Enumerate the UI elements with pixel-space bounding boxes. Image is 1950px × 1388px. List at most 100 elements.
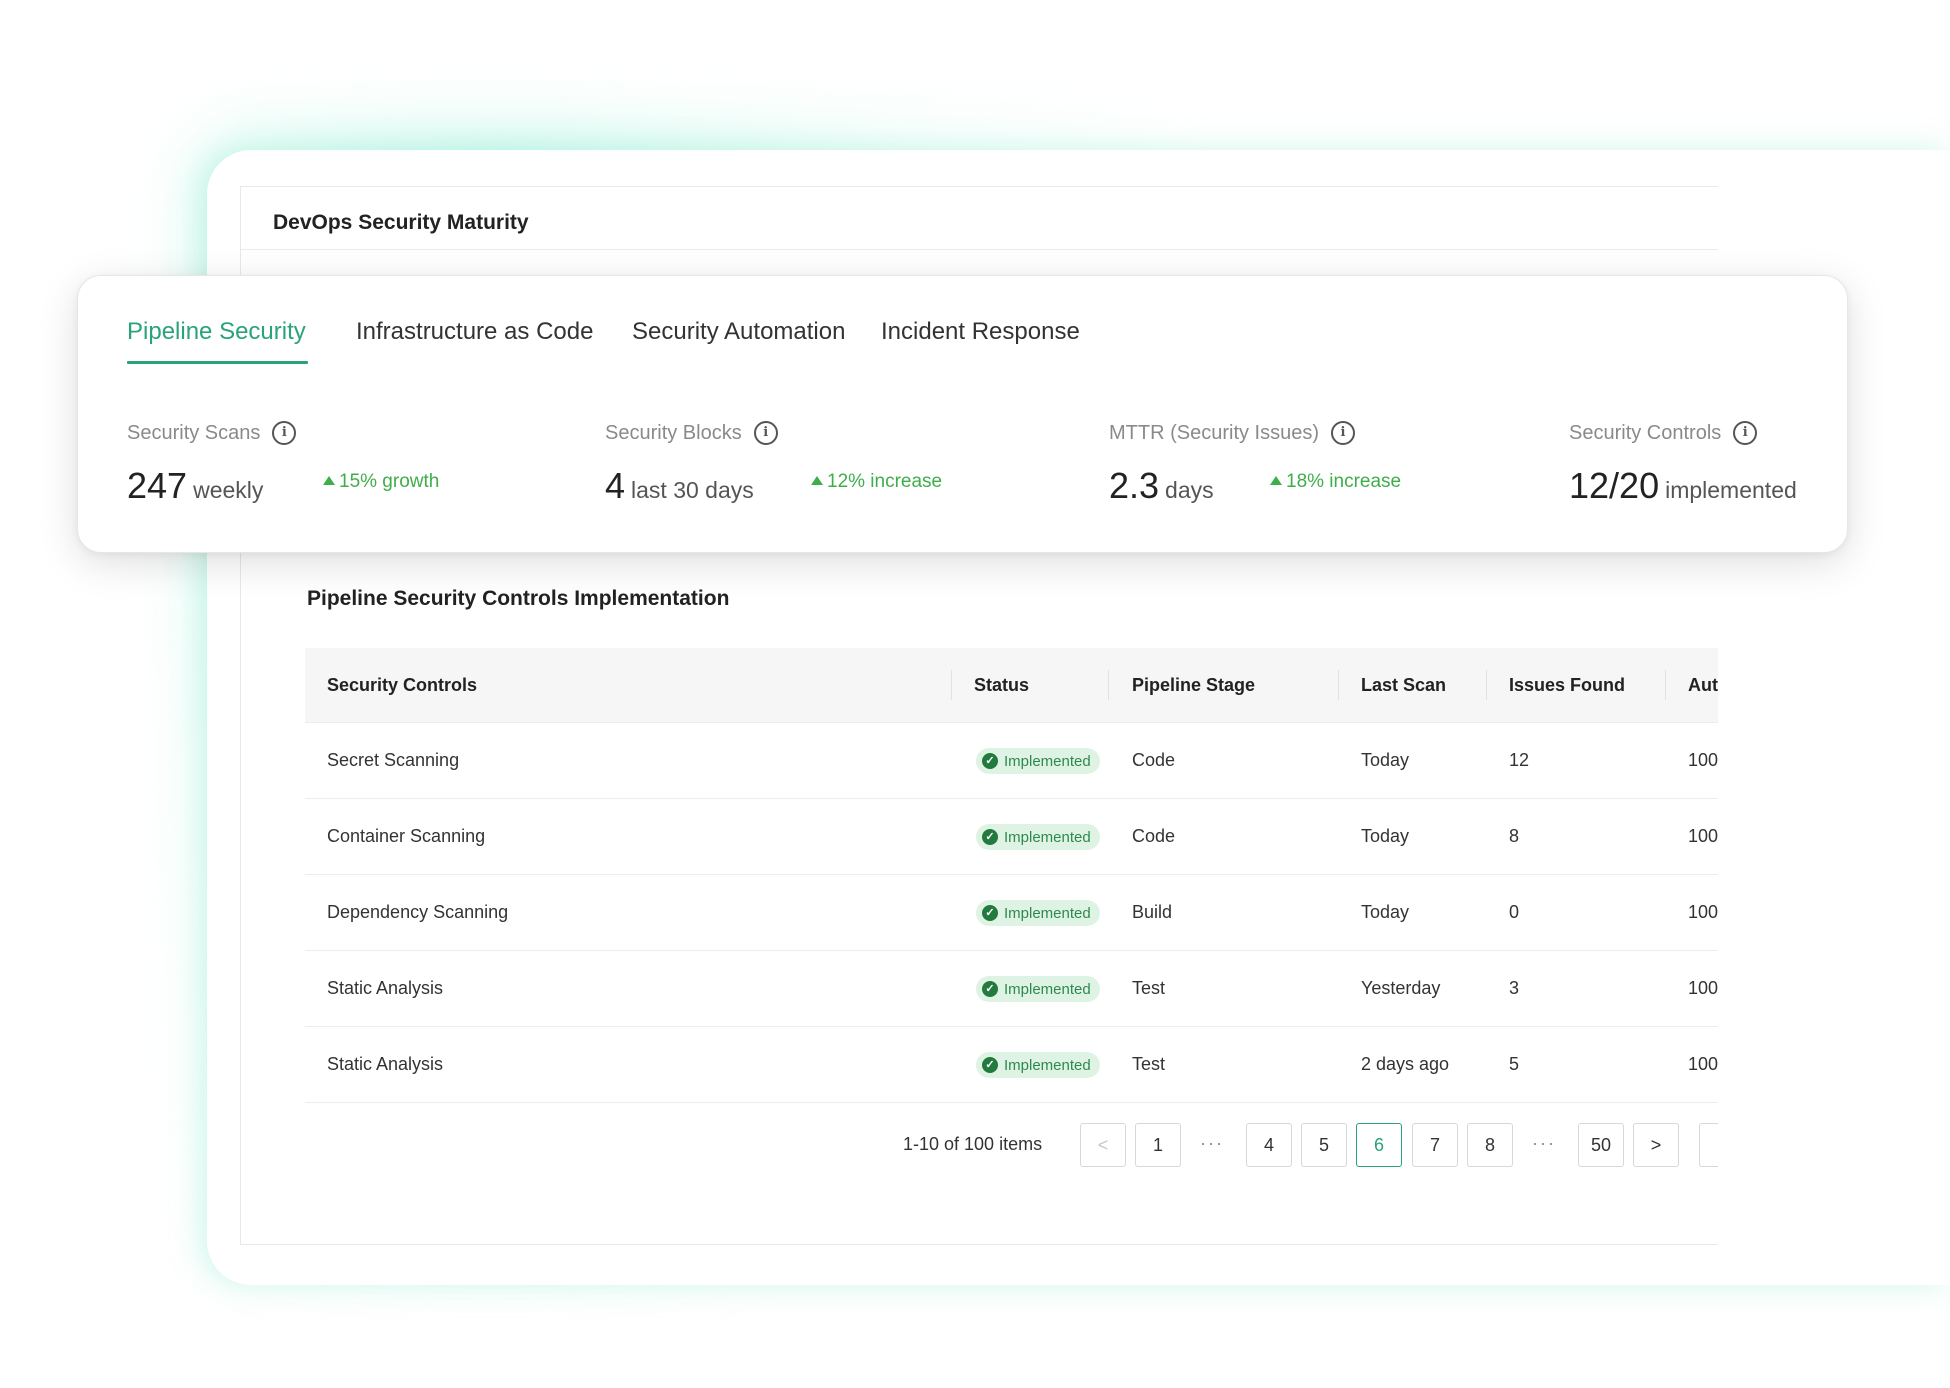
info-icon[interactable]: i — [1331, 421, 1356, 445]
page-button-7[interactable]: 7 — [1412, 1123, 1458, 1167]
metric-value: 4 — [605, 465, 626, 506]
cell-issues: 0 — [1509, 902, 1520, 922]
column-divider — [1338, 670, 1339, 700]
check-circle-icon: ✓ — [982, 829, 998, 845]
delta-text: 18% increase — [1286, 471, 1402, 492]
metric-value: 247 — [127, 465, 188, 506]
metric-label: MTTR (Security Issues) — [1109, 421, 1320, 444]
metric-unit: days — [1165, 477, 1214, 503]
metric-delta: 15% growth — [323, 471, 439, 493]
arrow-up-icon — [811, 476, 823, 485]
cell-stage: Test — [1132, 978, 1166, 998]
check-circle-icon: ✓ — [982, 1057, 998, 1073]
title-divider — [241, 249, 1718, 250]
column-divider — [1665, 670, 1666, 700]
cell-stage: Code — [1132, 826, 1176, 846]
arrow-up-icon — [1270, 476, 1282, 485]
cell-stage: Test — [1132, 1054, 1166, 1074]
cell-stage: Code — [1132, 750, 1176, 770]
metric-value: 12/20 — [1569, 465, 1660, 506]
cell-control: Static Analysis — [327, 1054, 444, 1074]
column-header-security-controls[interactable]: Security Controls — [327, 648, 477, 722]
metric-mttr: MTTR (Security Issues) i 2.3 days 18% incr… — [1109, 421, 1401, 506]
cell-control: Secret Scanning — [327, 750, 460, 770]
cell-aut: 100 — [1688, 902, 1718, 922]
cell-control: Static Analysis — [327, 978, 444, 998]
status-badge: ✓ Implemented — [976, 1052, 1100, 1078]
cell-last-scan: Today — [1361, 826, 1410, 846]
cell-aut: 100 — [1688, 826, 1718, 846]
cell-stage: Build — [1132, 902, 1173, 922]
info-icon[interactable]: i — [272, 421, 297, 445]
column-header-pipeline-stage[interactable]: Pipeline Stage — [1132, 648, 1255, 722]
pagination: 1-10 of 100 items < 1 ··· 4 5 6 7 8 ··· … — [241, 1123, 1718, 1167]
cell-last-scan: 2 days ago — [1361, 1054, 1450, 1074]
metric-security-blocks: Security Blocks i 4 last 30 days 12% incre… — [605, 421, 942, 506]
table-header: Security Controls Status Pipeline Stage … — [305, 648, 1718, 723]
cell-aut: 100 — [1688, 750, 1718, 770]
page-button-4[interactable]: 4 — [1246, 1123, 1292, 1167]
status-text: Implemented — [1004, 1056, 1091, 1074]
page-size-select[interactable] — [1699, 1123, 1718, 1167]
column-header-issues-found[interactable]: Issues Found — [1509, 648, 1625, 722]
table-row[interactable]: Secret Scanning ✓ Implemented Code Today … — [305, 723, 1718, 799]
cell-last-scan: Today — [1361, 902, 1410, 922]
table-row[interactable]: Static Analysis ✓ Implemented Test 2 days… — [305, 1027, 1718, 1103]
metric-unit: last 30 days — [631, 477, 754, 503]
table-row[interactable]: Container Scanning ✓ Implemented Code Tod… — [305, 799, 1718, 875]
metric-label: Security Scans — [127, 421, 261, 444]
cell-aut: 100 — [1688, 978, 1718, 998]
page-button-50[interactable]: 50 — [1578, 1123, 1624, 1167]
controls-table: Security Controls Status Pipeline Stage … — [305, 648, 1718, 1103]
cell-control: Container Scanning — [327, 826, 486, 846]
cell-control: Dependency Scanning — [327, 902, 509, 922]
metric-delta: 18% increase — [1270, 471, 1401, 493]
arrow-up-icon — [323, 476, 335, 485]
status-badge: ✓ Implemented — [976, 824, 1100, 850]
column-header-last-scan[interactable]: Last Scan — [1361, 648, 1446, 722]
status-badge: ✓ Implemented — [976, 976, 1100, 1002]
page-button-5[interactable]: 5 — [1301, 1123, 1347, 1167]
column-divider — [1486, 670, 1487, 700]
tab-incident-response[interactable]: Incident Response — [881, 318, 1080, 346]
metric-delta: 12% increase — [811, 471, 942, 493]
section-title: Pipeline Security Controls Implementatio… — [307, 587, 730, 610]
check-circle-icon: ✓ — [982, 905, 998, 921]
tab-pipeline-security[interactable]: Pipeline Security — [127, 318, 306, 346]
status-text: Implemented — [1004, 752, 1091, 770]
cell-issues: 5 — [1509, 1054, 1520, 1074]
next-page-button[interactable]: > — [1633, 1123, 1679, 1167]
prev-page-button[interactable]: < — [1080, 1123, 1126, 1167]
info-icon[interactable]: i — [753, 421, 778, 445]
metric-label: Security Controls — [1569, 421, 1722, 444]
cell-issues: 3 — [1509, 978, 1520, 998]
tab-infrastructure-as-code[interactable]: Infrastructure as Code — [356, 318, 593, 346]
pagination-ellipsis[interactable]: ··· — [1190, 1123, 1234, 1167]
table-row[interactable]: Static Analysis ✓ Implemented Test Yester… — [305, 951, 1718, 1027]
status-text: Implemented — [1004, 828, 1091, 846]
page-button-8[interactable]: 8 — [1467, 1123, 1513, 1167]
pagination-ellipsis[interactable]: ··· — [1522, 1123, 1566, 1167]
page-title: DevOps Security Maturity — [273, 211, 529, 234]
tab-security-automation[interactable]: Security Automation — [632, 318, 845, 346]
status-text: Implemented — [1004, 904, 1091, 922]
cell-last-scan: Today — [1361, 750, 1410, 770]
cell-last-scan: Yesterday — [1361, 978, 1441, 998]
cell-issues: 12 — [1509, 750, 1530, 770]
check-circle-icon: ✓ — [982, 753, 998, 769]
metric-label: Security Blocks — [605, 421, 742, 444]
column-header-status[interactable]: Status — [974, 648, 1029, 722]
metric-security-controls: Security Controls i 12/20 implemented — [1569, 421, 1797, 506]
column-divider — [951, 670, 952, 700]
active-tab-indicator — [127, 361, 308, 364]
page-button-6[interactable]: 6 — [1356, 1123, 1402, 1167]
check-circle-icon: ✓ — [982, 981, 998, 997]
metric-unit: implemented — [1665, 477, 1797, 503]
cell-aut: 100 — [1688, 1054, 1718, 1074]
column-header-aut[interactable]: Aut — [1688, 648, 1718, 722]
cell-issues: 8 — [1509, 826, 1520, 846]
info-icon[interactable]: i — [1733, 421, 1758, 445]
table-row[interactable]: Dependency Scanning ✓ Implemented Build T… — [305, 875, 1718, 951]
page-button-1[interactable]: 1 — [1135, 1123, 1181, 1167]
metrics-card: Pipeline Security Infrastructure as Code… — [77, 275, 1848, 553]
